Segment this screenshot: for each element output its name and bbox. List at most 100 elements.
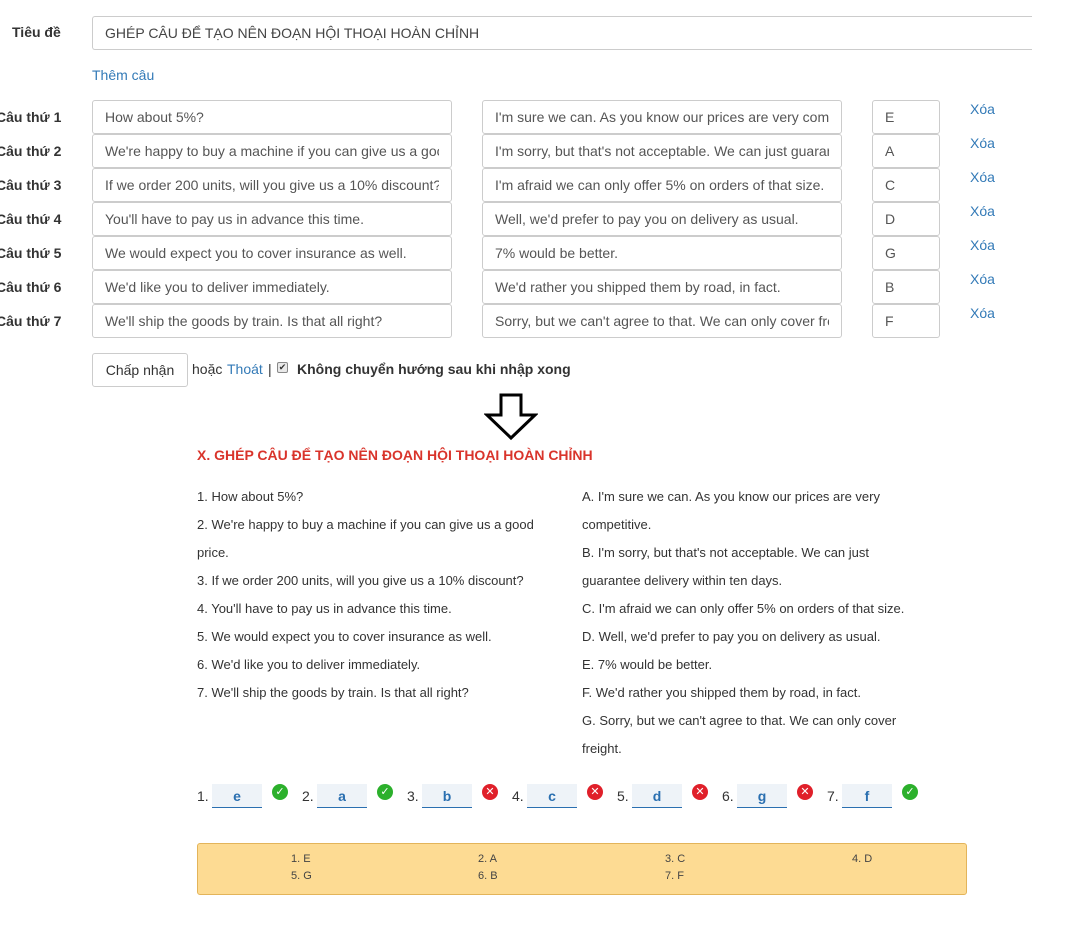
- key-input[interactable]: [872, 134, 940, 168]
- question-input[interactable]: [92, 134, 452, 168]
- answer-input[interactable]: d: [632, 784, 682, 808]
- answer-input[interactable]: [482, 100, 842, 134]
- x-circle-icon: ✕: [482, 784, 498, 800]
- answer-input[interactable]: [482, 168, 842, 202]
- sentence-row: Câu thứ 4 Xóa: [0, 202, 1075, 236]
- row-label: Câu thứ 6: [0, 279, 62, 295]
- answer-input[interactable]: [482, 304, 842, 338]
- row-label: Câu thứ 5: [0, 245, 62, 261]
- question-line: 6. We'd like you to deliver immediately.: [197, 657, 421, 672]
- question-line: 4. You'll have to pay us in advance this…: [197, 601, 452, 616]
- exit-link[interactable]: Thoát: [227, 361, 263, 377]
- delete-link[interactable]: Xóa: [970, 101, 995, 117]
- delete-link[interactable]: Xóa: [970, 203, 995, 219]
- answer-line: B. I'm sorry, but that's not acceptable.…: [582, 545, 870, 560]
- key-item: 4. D: [852, 853, 873, 865]
- question-input[interactable]: [92, 168, 452, 202]
- row-label: Câu thứ 2: [0, 143, 62, 159]
- key-item: 3. C: [665, 853, 686, 865]
- title-input[interactable]: [92, 16, 1032, 50]
- question-line: 5. We would expect you to cover insuranc…: [197, 629, 492, 644]
- key-item: 6. B: [478, 870, 498, 882]
- row-label: Câu thứ 4: [0, 211, 62, 227]
- answer-number: 7.: [827, 788, 839, 804]
- x-circle-icon: ✕: [797, 784, 813, 800]
- sentence-row: Câu thứ 2 Xóa: [0, 134, 1075, 168]
- check-circle-icon: ✓: [902, 784, 918, 800]
- question-line: 7. We'll ship the goods by train. Is tha…: [197, 685, 469, 700]
- answer-line: guarantee delivery within ten days.: [582, 573, 783, 588]
- answer-number: 1.: [197, 788, 209, 804]
- questions-column: 1. How about 5%? 2. We're happy to buy a…: [197, 483, 567, 707]
- sentence-row: Câu thứ 6 Xóa: [0, 270, 1075, 304]
- key-input[interactable]: [872, 236, 940, 270]
- question-line: 2. We're happy to buy a machine if you c…: [197, 517, 534, 532]
- no-redirect-label: Không chuyển hướng sau khi nhập xong: [297, 361, 571, 377]
- answer-input[interactable]: g: [737, 784, 787, 808]
- exercise-title: X. GHÉP CÂU ĐỂ TẠO NÊN ĐOẠN HỘI THOẠI HO…: [197, 447, 593, 463]
- check-circle-icon: ✓: [377, 784, 393, 800]
- x-circle-icon: ✕: [587, 784, 603, 800]
- sentence-row: Câu thứ 1 Xóa: [0, 100, 1075, 134]
- answer-input[interactable]: b: [422, 784, 472, 808]
- separator: |: [268, 361, 272, 377]
- answer-input[interactable]: f: [842, 784, 892, 808]
- checkbox-icon[interactable]: ✔: [277, 362, 288, 373]
- key-input[interactable]: [872, 304, 940, 338]
- answer-input[interactable]: e: [212, 784, 262, 808]
- question-input[interactable]: [92, 304, 452, 338]
- key-input[interactable]: [872, 168, 940, 202]
- answer-slots: 1. e ✓ 2. a ✓ 3. b ✕ 4. c ✕ 5. d ✕ 6. g …: [197, 781, 957, 811]
- delete-link[interactable]: Xóa: [970, 237, 995, 253]
- sentence-row: Câu thứ 7 Xóa: [0, 304, 1075, 338]
- key-input[interactable]: [872, 202, 940, 236]
- key-item: 1. E: [291, 853, 311, 865]
- question-input[interactable]: [92, 202, 452, 236]
- key-item: 2. A: [478, 853, 497, 865]
- answer-line: G. Sorry, but we can't agree to that. We…: [582, 713, 897, 728]
- row-label: Câu thứ 3: [0, 177, 62, 193]
- answer-line: competitive.: [582, 517, 652, 532]
- or-text: hoặc: [192, 361, 223, 377]
- answer-line: D. Well, we'd prefer to pay you on deliv…: [582, 629, 881, 644]
- answer-input[interactable]: a: [317, 784, 367, 808]
- answer-input[interactable]: [482, 134, 842, 168]
- sentence-row: Câu thứ 3 Xóa: [0, 168, 1075, 202]
- delete-link[interactable]: Xóa: [970, 169, 995, 185]
- answer-line: C. I'm afraid we can only offer 5% on or…: [582, 601, 905, 616]
- down-arrow-icon: [484, 393, 538, 441]
- answer-input[interactable]: c: [527, 784, 577, 808]
- answer-input[interactable]: [482, 236, 842, 270]
- answer-line: freight.: [582, 741, 622, 756]
- answer-input[interactable]: [482, 270, 842, 304]
- question-line: 1. How about 5%?: [197, 489, 304, 504]
- question-line: 3. If we order 200 units, will you give …: [197, 573, 524, 588]
- answer-input[interactable]: [482, 202, 842, 236]
- answer-number: 4.: [512, 788, 524, 804]
- question-input[interactable]: [92, 236, 452, 270]
- row-label: Câu thứ 7: [0, 313, 62, 329]
- key-item: 7. F: [665, 870, 684, 882]
- answer-line: A. I'm sure we can. As you know our pric…: [582, 489, 880, 504]
- answer-number: 2.: [302, 788, 314, 804]
- add-sentence-link[interactable]: Thêm câu: [92, 67, 154, 83]
- delete-link[interactable]: Xóa: [970, 305, 995, 321]
- question-input[interactable]: [92, 100, 452, 134]
- answer-number: 3.: [407, 788, 419, 804]
- answer-number: 6.: [722, 788, 734, 804]
- answers-column: A. I'm sure we can. As you know our pric…: [582, 483, 942, 763]
- question-line: price.: [197, 545, 229, 560]
- x-circle-icon: ✕: [692, 784, 708, 800]
- key-input[interactable]: [872, 100, 940, 134]
- answer-key-box: 1. E 2. A 3. C 4. D 5. G 6. B 7. F: [197, 843, 967, 895]
- delete-link[interactable]: Xóa: [970, 135, 995, 151]
- question-input[interactable]: [92, 270, 452, 304]
- answer-number: 5.: [617, 788, 629, 804]
- title-label: Tiêu đề: [12, 24, 61, 40]
- key-input[interactable]: [872, 270, 940, 304]
- accept-button[interactable]: Chấp nhận: [92, 353, 188, 387]
- check-circle-icon: ✓: [272, 784, 288, 800]
- key-item: 5. G: [291, 870, 312, 882]
- row-label: Câu thứ 1: [0, 109, 62, 125]
- delete-link[interactable]: Xóa: [970, 271, 995, 287]
